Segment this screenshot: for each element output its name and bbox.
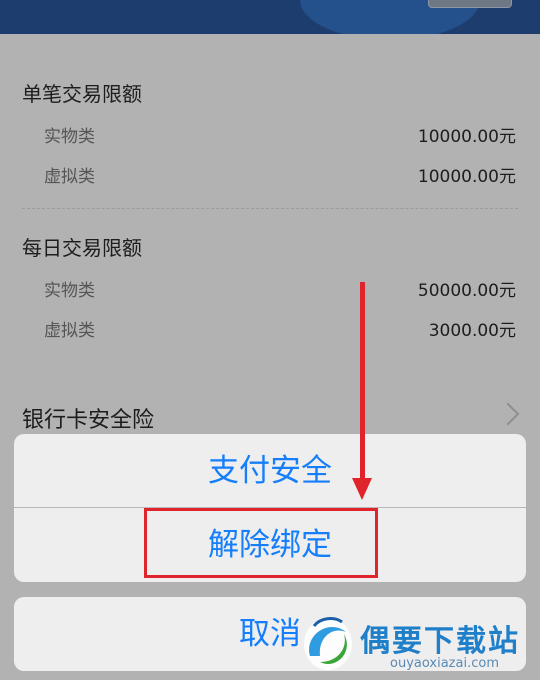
daily-virtual-label: 虚拟类 [44, 321, 95, 341]
top-header [0, 0, 540, 34]
single-physical-label: 实物类 [44, 127, 95, 147]
header-button[interactable] [428, 0, 512, 8]
daily-virtual-value: 3000.00元 [428, 321, 516, 341]
annotation-arrowhead-icon [352, 478, 372, 500]
watermark-url: ouyaoxiazai.com [390, 656, 499, 671]
single-limit-title: 单笔交易限额 [22, 82, 142, 106]
daily-limit-title: 每日交易限额 [22, 236, 142, 260]
single-virtual-label: 虚拟类 [44, 167, 95, 187]
limits-panel: 单笔交易限额 实物类 10000.00元 虚拟类 10000.00元 每日交易限… [0, 34, 540, 680]
bank-card-insurance-item[interactable]: 银行卡安全险 [22, 402, 154, 434]
payment-security-button[interactable]: 支付安全 [14, 434, 526, 508]
watermark-logo-icon [304, 617, 352, 670]
watermark-brand: 偶要下载站 [360, 624, 520, 659]
single-physical-value: 10000.00元 [417, 127, 516, 147]
daily-physical-label: 实物类 [44, 281, 95, 301]
annotation-highlight-box [144, 508, 378, 578]
daily-physical-value: 50000.00元 [417, 281, 516, 301]
single-virtual-value: 10000.00元 [417, 167, 516, 187]
divider [22, 208, 518, 209]
annotation-arrow-icon [360, 282, 365, 482]
